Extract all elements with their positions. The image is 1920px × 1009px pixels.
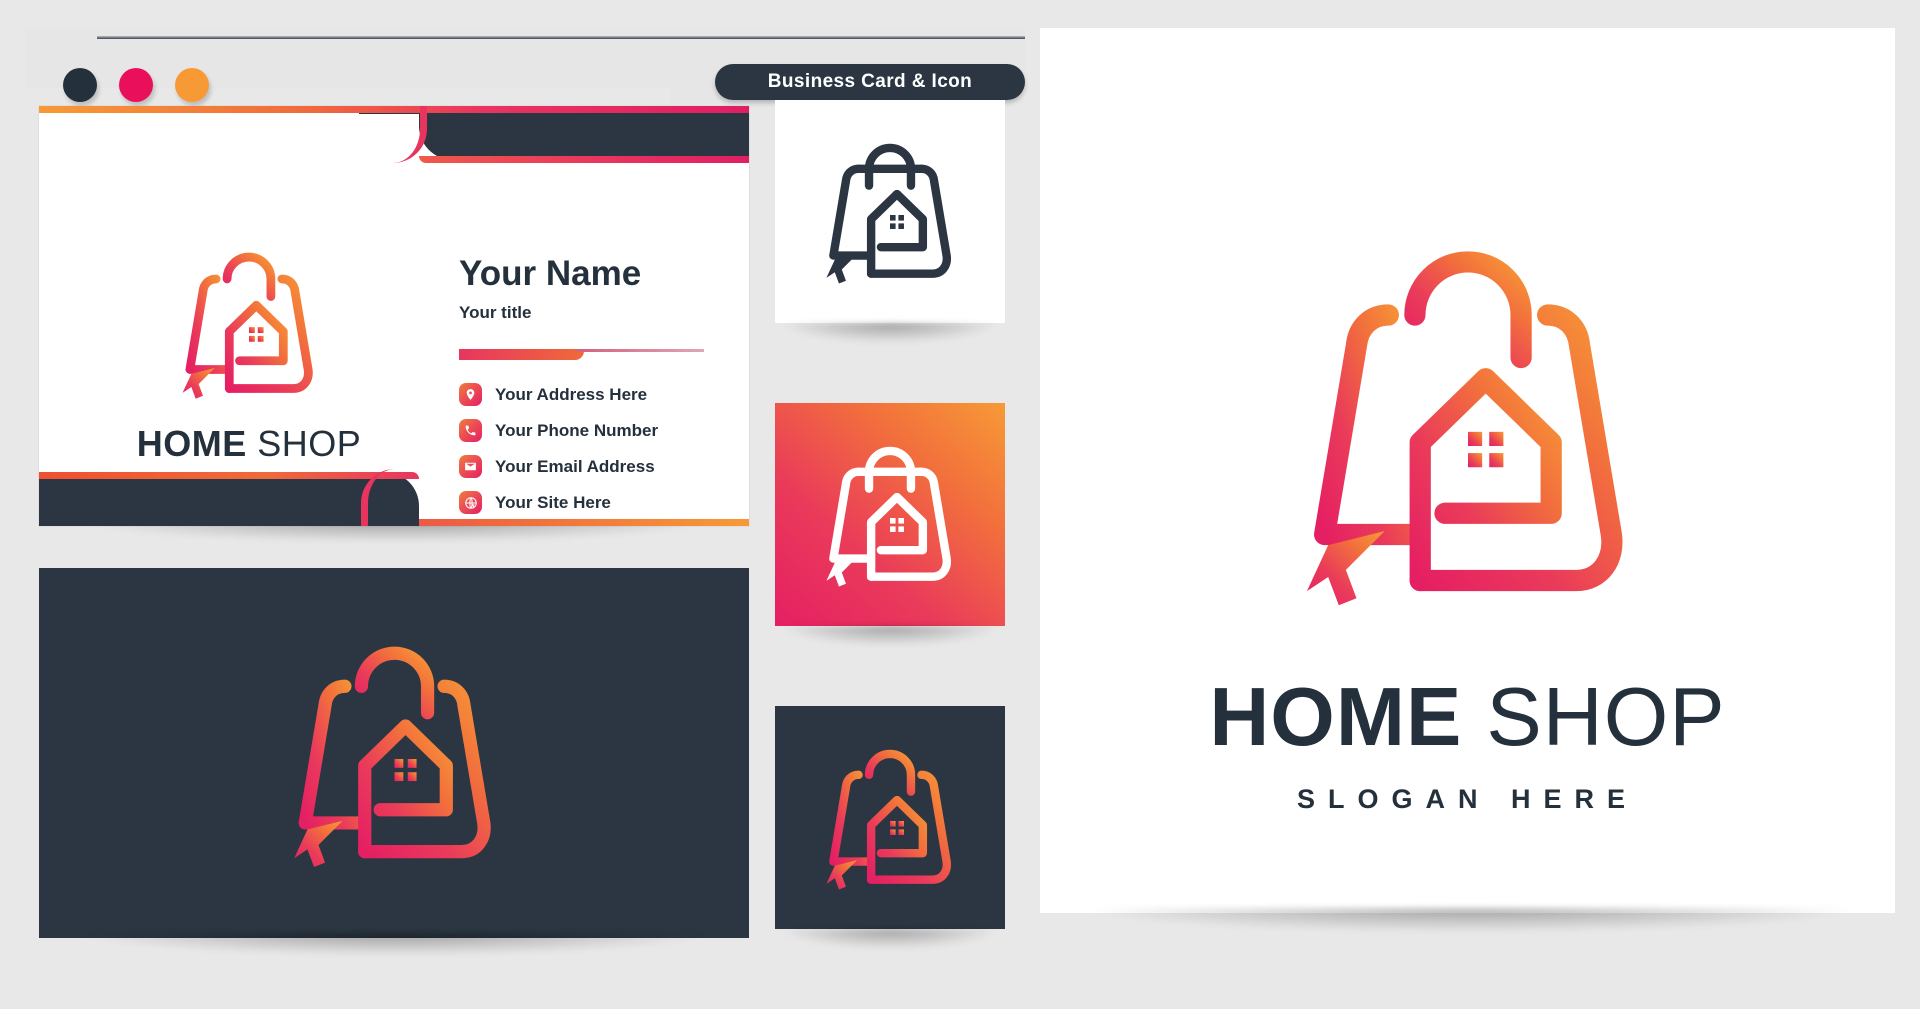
- person-name: Your Name: [459, 254, 642, 293]
- browser-title-bar: Business Card & Icon: [25, 28, 1025, 104]
- contact-address-label: Your Address Here: [495, 384, 648, 404]
- contact-row-phone: Your Phone Number: [459, 419, 719, 442]
- business-card-front: HOME SHOP SLOGAN HERE Your Name Your tit…: [39, 106, 749, 526]
- window-control-dot-dark[interactable]: [63, 68, 97, 102]
- window-control-dot-orange[interactable]: [175, 68, 209, 102]
- front-card-logo-block: HOME SHOP SLOGAN HERE: [134, 241, 364, 486]
- card-top-gradient-underline: [419, 156, 749, 163]
- window-controls: [63, 68, 209, 102]
- card-bottom-gradient-overline: [39, 472, 419, 479]
- card-top-decoration: [39, 106, 749, 176]
- tab-notch: [671, 64, 719, 104]
- person-title: Your title: [459, 303, 532, 322]
- card-top-step-curve: [371, 106, 427, 163]
- divider-thick-bar: [459, 349, 584, 360]
- divider-thin-line: [577, 349, 704, 352]
- showcase-wordmark: HOME SHOP SLOGAN HERE: [1209, 675, 1725, 815]
- icon-variant-white: [775, 100, 1005, 343]
- shopping-bag-house-cursor-logo-icon: [164, 241, 334, 406]
- phone-icon: [459, 419, 482, 442]
- showcase-panel-shadow: [1090, 908, 1850, 932]
- shopping-bag-house-cursor-logo-icon: [825, 432, 955, 597]
- window-control-dot-pink[interactable]: [119, 68, 153, 102]
- icon-variant-white-shadow: [783, 323, 997, 343]
- icon-variant-gradient-shadow: [783, 626, 997, 646]
- location-pin-icon: [459, 383, 482, 406]
- contact-row-address: Your Address Here: [459, 383, 719, 406]
- contact-phone-label: Your Phone Number: [495, 420, 659, 440]
- info-divider: [459, 349, 704, 361]
- shopping-bag-house-cursor-logo-icon: [1303, 223, 1633, 623]
- shopping-bag-house-cursor-logo-icon: [825, 735, 955, 900]
- shopping-bag-house-cursor-logo-icon: [292, 621, 497, 886]
- icon-variant-gradient: [775, 403, 1005, 646]
- card-bottom-decoration: [39, 456, 749, 526]
- browser-tab[interactable]: Business Card & Icon: [715, 64, 1025, 100]
- business-card-back: [39, 568, 749, 938]
- showcase-brand-name: HOME SHOP: [1209, 675, 1725, 758]
- showcase-slogan: SLOGAN HERE: [1296, 784, 1638, 814]
- card-top-navy-shape: [419, 106, 749, 160]
- logo-showcase-panel: HOME SHOP SLOGAN HERE: [1040, 28, 1895, 913]
- showcase-brand-name-bold: HOME: [1209, 670, 1463, 763]
- showcase-brand-name-space: [1462, 670, 1486, 763]
- icon-variant-dark-shadow: [783, 929, 997, 949]
- showcase-brand-name-light: SHOP: [1486, 670, 1726, 763]
- browser-bar-rule: [97, 36, 1025, 39]
- icon-variant-column: [775, 100, 1005, 1009]
- shopping-bag-house-cursor-logo-icon: [825, 129, 955, 294]
- mockup-stage: Business Card & Icon HOME SHOP SLOGAN HE…: [0, 0, 1920, 960]
- icon-variant-dark: [775, 706, 1005, 949]
- back-card-shadow: [85, 933, 705, 955]
